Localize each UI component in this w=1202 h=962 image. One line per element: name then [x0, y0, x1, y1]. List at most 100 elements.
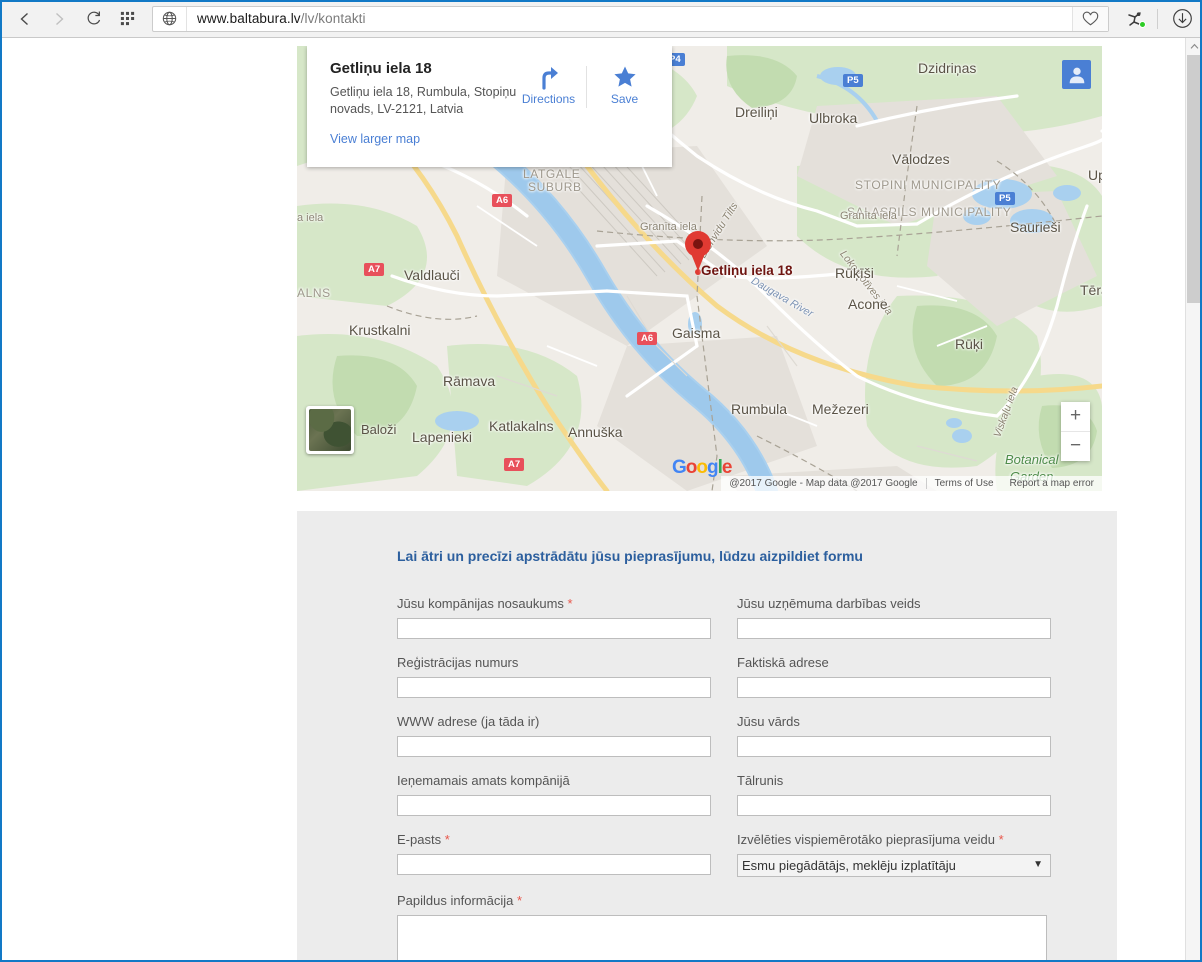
- back-button[interactable]: [8, 2, 42, 36]
- google-map[interactable]: Dienvidu Tilts Lokomotīves iela Lokomotī…: [297, 46, 1102, 491]
- directions-button[interactable]: Directions: [511, 64, 586, 106]
- form-field: Faktiskā adrese: [737, 655, 1051, 698]
- form-text-input[interactable]: [397, 618, 711, 639]
- request-type-select[interactable]: Esmu piegādātājs, meklēju izplatītāju: [737, 854, 1051, 877]
- view-larger-map-link[interactable]: View larger map: [330, 132, 662, 146]
- required-asterisk: *: [513, 893, 523, 908]
- form-field-label: Izvēlēties vispiemērotāko pieprasījuma v…: [737, 832, 1051, 847]
- page-viewport: Dienvidu Tilts Lokomotīves iela Lokomotī…: [0, 38, 1185, 962]
- satellite-view-toggle[interactable]: [306, 406, 354, 454]
- map-route-shield: P5: [843, 74, 863, 87]
- map-route-shield: A7: [364, 263, 385, 276]
- form-field: Izvēlēties vispiemērotāko pieprasījuma v…: [737, 832, 1051, 877]
- map-info-card[interactable]: Getliņu iela 18 Getliņu iela 18, Rumbula…: [307, 46, 672, 167]
- reload-icon: [87, 11, 100, 25]
- form-field: Jūsu kompānijas nosaukums *: [397, 596, 711, 639]
- url-path: /lv/kontakti: [300, 11, 366, 26]
- map-route-shield: A6: [637, 332, 658, 345]
- scroll-up-button[interactable]: [1186, 38, 1202, 55]
- address-bar[interactable]: www.baltabura.lv/lv/kontakti: [152, 5, 1109, 32]
- form-text-input[interactable]: [397, 854, 711, 875]
- terms-of-use-link[interactable]: Terms of Use: [927, 478, 1002, 489]
- map-marker-label: Getliņu iela 18: [701, 263, 793, 278]
- directions-icon: [511, 64, 586, 92]
- globe-icon: [153, 6, 187, 31]
- form-field-label: Ieņemamais amats kompānijā: [397, 773, 711, 788]
- url-host: www.baltabura.lv: [197, 11, 301, 26]
- bookmark-button[interactable]: [1072, 6, 1108, 31]
- form-textarea[interactable]: [397, 915, 1047, 962]
- map-copyright: @2017 Google - Map data @2017 Google: [729, 478, 918, 489]
- extension-status-dot: [1139, 20, 1146, 28]
- form-field-label-text: Izvēlēties vispiemērotāko pieprasījuma v…: [737, 832, 995, 847]
- page-scrollbar[interactable]: [1185, 38, 1202, 962]
- zoom-in-button[interactable]: +: [1061, 402, 1090, 431]
- map-profile-button[interactable]: [1062, 60, 1091, 89]
- marker-head: [685, 231, 711, 257]
- save-button[interactable]: Save: [587, 64, 662, 106]
- form-field: Jūsu uzņēmuma darbības veids: [737, 596, 1051, 639]
- form-field-label: Reģistrācijas numurs: [397, 655, 711, 670]
- form-text-input[interactable]: [737, 795, 1051, 816]
- satellite-thumbnail: [309, 409, 351, 451]
- map-zoom-controls[interactable]: + −: [1061, 402, 1090, 461]
- logo-letter: o: [685, 457, 698, 478]
- required-asterisk: *: [563, 596, 573, 611]
- form-field-label: Jūsu vārds: [737, 714, 1051, 729]
- forward-button[interactable]: [42, 2, 76, 36]
- save-label: Save: [610, 92, 639, 106]
- info-card-actions: Directions Save: [511, 64, 662, 108]
- grid-icon: [120, 11, 134, 26]
- form-heading: Lai ātri un precīzi apstrādātu jūsu piep…: [397, 548, 863, 564]
- chevron-up-icon: [1190, 43, 1199, 49]
- globe-icon-svg: [162, 11, 177, 26]
- speed-dial-button[interactable]: [110, 2, 144, 36]
- person-icon: [1069, 67, 1084, 83]
- form-field-label-text: Tālrunis: [737, 773, 784, 788]
- form-text-input[interactable]: [737, 618, 1051, 639]
- form-field-label: Jūsu kompānijas nosaukums *: [397, 596, 711, 611]
- grid-gutter: [711, 773, 737, 832]
- map-route-shield: A7: [504, 458, 525, 471]
- report-map-error-link[interactable]: Report a map error: [1002, 478, 1102, 489]
- form-text-input[interactable]: [397, 677, 711, 698]
- map-attribution: @2017 Google - Map data @2017 Google Ter…: [721, 476, 1102, 491]
- grid-gutter: [711, 596, 737, 655]
- form-field-label: Faktiskā adrese: [737, 655, 1051, 670]
- form-text-input[interactable]: [737, 736, 1051, 757]
- browser-toolbar: www.baltabura.lv/lv/kontakti: [0, 0, 1202, 38]
- scrollbar-thumb[interactable]: [1187, 55, 1202, 303]
- form-field-label: WWW adrese (ja tāda ir): [397, 714, 711, 729]
- form-field: Ieņemamais amats kompānijā: [397, 773, 711, 816]
- form-field: Jūsu vārds: [737, 714, 1051, 757]
- form-text-input[interactable]: [397, 736, 711, 757]
- form-field-label-text: Jūsu uzņēmuma darbības veids: [737, 596, 921, 611]
- logo-letter: o: [696, 457, 708, 478]
- form-field: WWW adrese (ja tāda ir): [397, 714, 711, 757]
- chevron-left-icon: [20, 12, 28, 25]
- reload-button[interactable]: [76, 2, 110, 36]
- directions-label: Directions: [521, 92, 576, 106]
- required-asterisk: *: [994, 832, 1004, 847]
- form-field-label-text: Ieņemamais amats kompānijā: [397, 773, 570, 788]
- downloads-button[interactable]: [1162, 2, 1202, 36]
- grid-gutter: [711, 832, 737, 893]
- form-field-label-text: Papildus informācija: [397, 893, 514, 908]
- form-field-label: Papildus informācija *: [397, 893, 1051, 908]
- contact-form-panel: Lai ātri un precīzi apstrādātu jūsu piep…: [297, 511, 1117, 962]
- star-icon-svg: [613, 66, 636, 87]
- map-route-shield: A6: [492, 194, 513, 207]
- form-text-input[interactable]: [737, 677, 1051, 698]
- required-asterisk: *: [441, 832, 450, 847]
- directions-arrow-icon: [541, 67, 558, 90]
- logo-letter: G: [672, 457, 687, 478]
- form-text-input[interactable]: [397, 795, 711, 816]
- form-field-label: Tālrunis: [737, 773, 1051, 788]
- zoom-out-button[interactable]: −: [1061, 432, 1090, 461]
- extension-button[interactable]: [1117, 2, 1153, 36]
- url-text[interactable]: www.baltabura.lv/lv/kontakti: [187, 11, 1072, 26]
- form-grid: Jūsu kompānijas nosaukums * Jūsu uzņēmuma…: [297, 564, 1117, 962]
- toolbar-divider: [1157, 8, 1158, 29]
- form-field-label: Jūsu uzņēmuma darbības veids: [737, 596, 1051, 611]
- form-field-label-text: Faktiskā adrese: [737, 655, 829, 670]
